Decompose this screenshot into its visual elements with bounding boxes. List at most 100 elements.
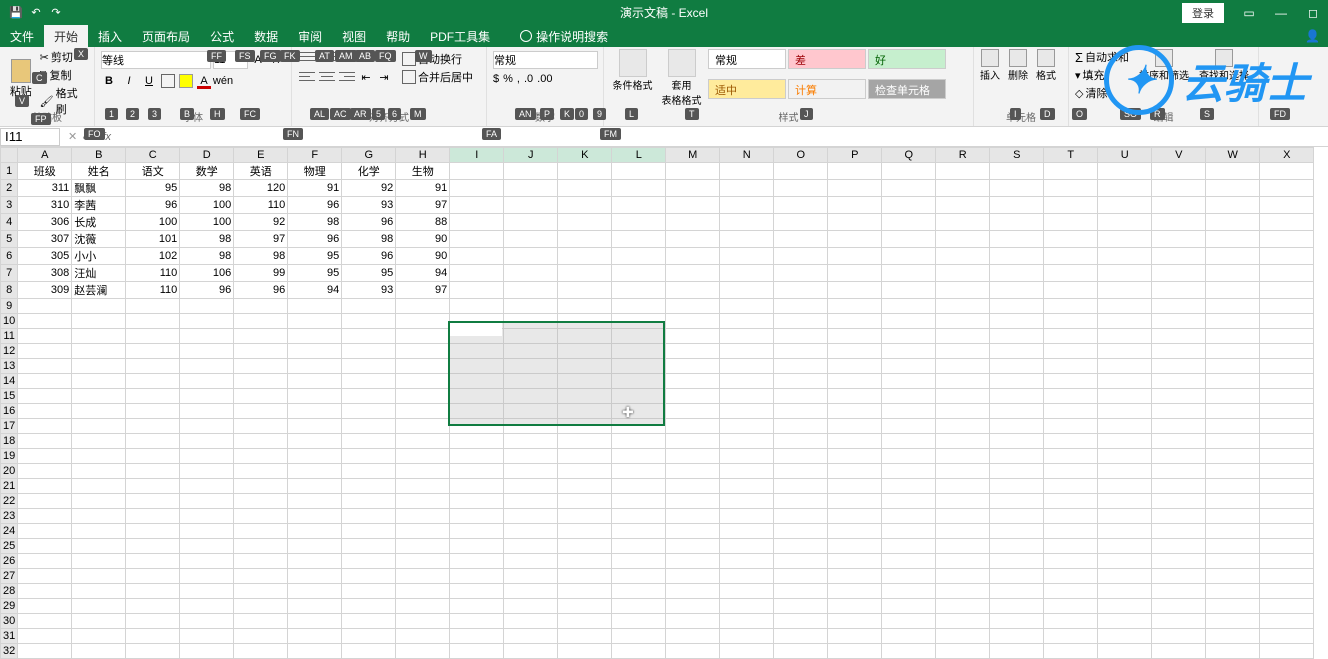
cell[interactable]	[72, 299, 126, 314]
cell[interactable]	[774, 644, 828, 659]
cell[interactable]	[342, 464, 396, 479]
cell[interactable]	[504, 479, 558, 494]
cell[interactable]	[666, 554, 720, 569]
cell[interactable]	[1206, 524, 1260, 539]
cell[interactable]	[18, 329, 72, 344]
cell[interactable]	[558, 299, 612, 314]
cell[interactable]	[990, 197, 1044, 214]
cell[interactable]	[234, 539, 288, 554]
cell[interactable]	[1260, 539, 1314, 554]
cell[interactable]	[882, 494, 936, 509]
cell[interactable]	[396, 449, 450, 464]
number-format-select[interactable]	[493, 51, 598, 69]
cell[interactable]	[1098, 584, 1152, 599]
delete-cells-button[interactable]: 删除	[1008, 49, 1028, 82]
cell[interactable]	[396, 434, 450, 449]
cell[interactable]	[1152, 524, 1206, 539]
cell[interactable]	[882, 231, 936, 248]
cell[interactable]	[666, 494, 720, 509]
cell[interactable]	[936, 163, 990, 180]
name-box[interactable]	[0, 128, 60, 146]
cell[interactable]	[396, 644, 450, 659]
row-header[interactable]: 24	[1, 524, 18, 539]
cell[interactable]	[1152, 265, 1206, 282]
cell[interactable]: 98	[180, 248, 234, 265]
cell[interactable]	[450, 265, 504, 282]
cell[interactable]	[558, 599, 612, 614]
cell[interactable]	[1152, 404, 1206, 419]
cell[interactable]	[504, 197, 558, 214]
cell[interactable]	[612, 599, 666, 614]
cell[interactable]	[666, 539, 720, 554]
cell[interactable]	[1152, 359, 1206, 374]
cell[interactable]	[234, 419, 288, 434]
cell[interactable]: 310	[18, 197, 72, 214]
cell[interactable]	[1044, 282, 1098, 299]
cell[interactable]	[1260, 231, 1314, 248]
cell[interactable]	[72, 644, 126, 659]
cell[interactable]	[450, 569, 504, 584]
cell[interactable]	[18, 299, 72, 314]
cell[interactable]	[288, 494, 342, 509]
cell[interactable]	[990, 231, 1044, 248]
cell[interactable]	[990, 248, 1044, 265]
cell[interactable]	[396, 509, 450, 524]
cell[interactable]	[1206, 359, 1260, 374]
cell[interactable]	[396, 389, 450, 404]
merge-center-button[interactable]: 合并后居中	[402, 69, 473, 85]
cell[interactable]	[720, 359, 774, 374]
cell[interactable]	[450, 214, 504, 231]
cell[interactable]	[450, 464, 504, 479]
cell[interactable]	[1260, 389, 1314, 404]
cell[interactable]	[180, 539, 234, 554]
cell[interactable]	[288, 299, 342, 314]
cell[interactable]	[666, 180, 720, 197]
cell[interactable]	[180, 509, 234, 524]
cell[interactable]	[936, 599, 990, 614]
cell[interactable]	[1152, 449, 1206, 464]
cell[interactable]	[612, 494, 666, 509]
redo-icon[interactable]: ↷	[48, 5, 64, 21]
cell[interactable]	[1260, 464, 1314, 479]
cell[interactable]	[774, 214, 828, 231]
cell[interactable]	[558, 479, 612, 494]
cell[interactable]	[342, 434, 396, 449]
cell[interactable]	[882, 404, 936, 419]
cell[interactable]	[396, 569, 450, 584]
cell[interactable]	[1206, 299, 1260, 314]
cell[interactable]	[1044, 644, 1098, 659]
cell[interactable]	[126, 359, 180, 374]
cell[interactable]	[1260, 434, 1314, 449]
cell[interactable]	[342, 344, 396, 359]
row-header[interactable]: 15	[1, 389, 18, 404]
cell[interactable]	[1260, 299, 1314, 314]
cell[interactable]	[882, 509, 936, 524]
cell[interactable]	[666, 231, 720, 248]
cell[interactable]	[774, 314, 828, 329]
cell[interactable]	[234, 524, 288, 539]
cell[interactable]	[720, 644, 774, 659]
cell[interactable]	[342, 419, 396, 434]
cell[interactable]	[936, 265, 990, 282]
cell[interactable]	[396, 419, 450, 434]
cell[interactable]: 91	[396, 180, 450, 197]
cell[interactable]	[882, 434, 936, 449]
cell[interactable]	[1260, 344, 1314, 359]
cell[interactable]	[450, 389, 504, 404]
row-header[interactable]: 7	[1, 265, 18, 282]
cell[interactable]	[612, 644, 666, 659]
cell[interactable]	[936, 214, 990, 231]
cell[interactable]	[936, 389, 990, 404]
column-header[interactable]: V	[1152, 148, 1206, 163]
cell[interactable]	[1260, 524, 1314, 539]
cell[interactable]	[504, 524, 558, 539]
column-header[interactable]: O	[774, 148, 828, 163]
menu-home[interactable]: 开始	[44, 25, 88, 47]
cell[interactable]: 96	[234, 282, 288, 299]
cell[interactable]	[936, 509, 990, 524]
menu-data[interactable]: 数据	[244, 25, 288, 47]
cell[interactable]	[558, 449, 612, 464]
row-header[interactable]: 6	[1, 248, 18, 265]
cell[interactable]	[342, 509, 396, 524]
cell[interactable]	[342, 479, 396, 494]
